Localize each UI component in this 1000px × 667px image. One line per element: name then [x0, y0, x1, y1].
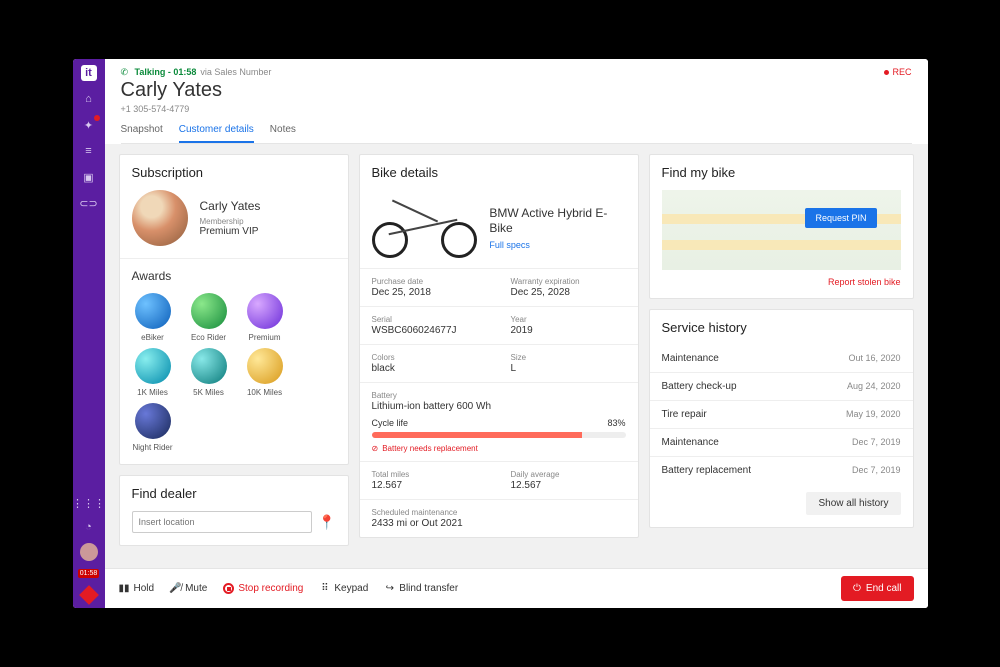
- alert-icon: ⊘: [372, 444, 379, 453]
- service-row[interactable]: Tire repairMay 19, 2020: [650, 401, 913, 429]
- subscription-title: Subscription: [120, 155, 348, 190]
- tabs: Snapshot Customer details Notes: [121, 124, 912, 144]
- end-call-button[interactable]: ⏻End call: [841, 576, 914, 601]
- award-item[interactable]: 10K Miles: [244, 348, 286, 397]
- tab-notes[interactable]: Notes: [270, 124, 296, 143]
- hangup-icon: ⏻: [853, 583, 861, 594]
- keypad-button[interactable]: ⠿Keypad: [319, 583, 368, 594]
- activity-icon[interactable]: ✦: [81, 117, 97, 133]
- main-area: ✆ Talking - 01:58 via Sales Number REC C…: [105, 59, 928, 608]
- award-item[interactable]: 5K Miles: [188, 348, 230, 397]
- mute-button[interactable]: 🎤̸Mute: [170, 583, 207, 594]
- bike-image: [372, 198, 478, 258]
- find-my-bike-card: Find my bike Request PIN Report stolen b…: [649, 154, 914, 299]
- awards-title: Awards: [120, 258, 348, 293]
- phone-icon: ✆: [121, 67, 131, 77]
- app-logo-icon[interactable]: it: [81, 65, 97, 81]
- user-avatar[interactable]: [80, 543, 98, 561]
- service-row[interactable]: Battery replacementDec 7, 2019: [650, 457, 913, 484]
- cycle-life-bar: [372, 432, 626, 438]
- tab-snapshot[interactable]: Snapshot: [121, 124, 163, 143]
- header: ✆ Talking - 01:58 via Sales Number REC C…: [105, 59, 928, 144]
- hold-button[interactable]: ▮▮Hold: [119, 583, 155, 594]
- rec-indicator: REC: [884, 67, 911, 77]
- map[interactable]: Request PIN: [662, 190, 901, 270]
- find-dealer-card: Find dealer 📍: [119, 475, 349, 546]
- service-row[interactable]: MaintenanceOut 16, 2020: [650, 345, 913, 373]
- call-bar: ▮▮Hold 🎤̸Mute Stop recording ⠿Keypad ↪Bl…: [105, 568, 928, 608]
- content-area: Subscription Carly Yates Membership Prem…: [105, 144, 928, 568]
- brand-diamond-icon: [79, 585, 99, 605]
- battery-warning: ⊘Battery needs replacement: [372, 444, 626, 453]
- contacts-icon[interactable]: ▣: [81, 169, 97, 185]
- location-pin-icon[interactable]: 📍: [318, 514, 335, 531]
- bike-details-card: Bike details BMW Active Hybrid E-Bike Fu…: [359, 154, 639, 538]
- transfer-icon: ↪: [384, 583, 395, 594]
- left-sidebar: it ⌂ ✦ ≡ ▣ ⊂⊃ ⋮⋮⋮ ◔ 01:58: [73, 59, 105, 608]
- keypad-icon: ⠿: [319, 583, 330, 594]
- service-history-title: Service history: [650, 310, 913, 345]
- link-icon[interactable]: ⊂⊃: [81, 195, 97, 211]
- award-item[interactable]: Premium: [244, 293, 286, 342]
- cycle-pct: 83%: [607, 418, 625, 428]
- sidebar-call-timer: 01:58: [78, 569, 100, 578]
- show-all-history-button[interactable]: Show all history: [806, 492, 900, 515]
- bike-name: BMW Active Hybrid E-Bike: [489, 206, 625, 236]
- dealer-location-input[interactable]: [132, 511, 313, 533]
- request-pin-button[interactable]: Request PIN: [805, 208, 876, 228]
- pause-icon: ▮▮: [119, 583, 130, 594]
- report-stolen-link[interactable]: Report stolen bike: [828, 277, 901, 287]
- profile-name: Carly Yates: [200, 199, 261, 213]
- bell-icon[interactable]: ◔: [81, 519, 97, 535]
- call-status: ✆ Talking - 01:58 via Sales Number: [121, 67, 272, 77]
- dialpad-icon[interactable]: ⋮⋮⋮: [81, 495, 97, 511]
- award-item[interactable]: Night Rider: [132, 403, 174, 452]
- bike-details-title: Bike details: [360, 155, 638, 190]
- subscription-card: Subscription Carly Yates Membership Prem…: [119, 154, 349, 465]
- full-specs-link[interactable]: Full specs: [489, 240, 625, 250]
- find-my-bike-title: Find my bike: [650, 155, 913, 190]
- tab-customer-details[interactable]: Customer details: [179, 124, 254, 143]
- stop-recording-button[interactable]: Stop recording: [223, 583, 303, 594]
- home-icon[interactable]: ⌂: [81, 91, 97, 107]
- awards-grid: eBiker Eco Rider Premium 1K Miles 5K Mil…: [120, 293, 348, 464]
- award-item[interactable]: 1K Miles: [132, 348, 174, 397]
- stop-icon: [223, 583, 234, 594]
- customer-phone: +1 305-574-4779: [121, 104, 912, 114]
- customer-name: Carly Yates: [121, 79, 912, 102]
- service-row[interactable]: Battery check-upAug 24, 2020: [650, 373, 913, 401]
- service-row[interactable]: MaintenanceDec 7, 2019: [650, 429, 913, 457]
- settings-sliders-icon[interactable]: ≡: [81, 143, 97, 159]
- find-dealer-title: Find dealer: [120, 476, 348, 511]
- service-history-card: Service history MaintenanceOut 16, 2020 …: [649, 309, 914, 528]
- app-window: it ⌂ ✦ ≡ ▣ ⊂⊃ ⋮⋮⋮ ◔ 01:58 ✆ Talking - 01…: [73, 59, 928, 608]
- mic-off-icon: 🎤̸: [170, 583, 181, 594]
- award-item[interactable]: Eco Rider: [188, 293, 230, 342]
- customer-avatar: [132, 190, 188, 246]
- award-item[interactable]: eBiker: [132, 293, 174, 342]
- blind-transfer-button[interactable]: ↪Blind transfer: [384, 583, 458, 594]
